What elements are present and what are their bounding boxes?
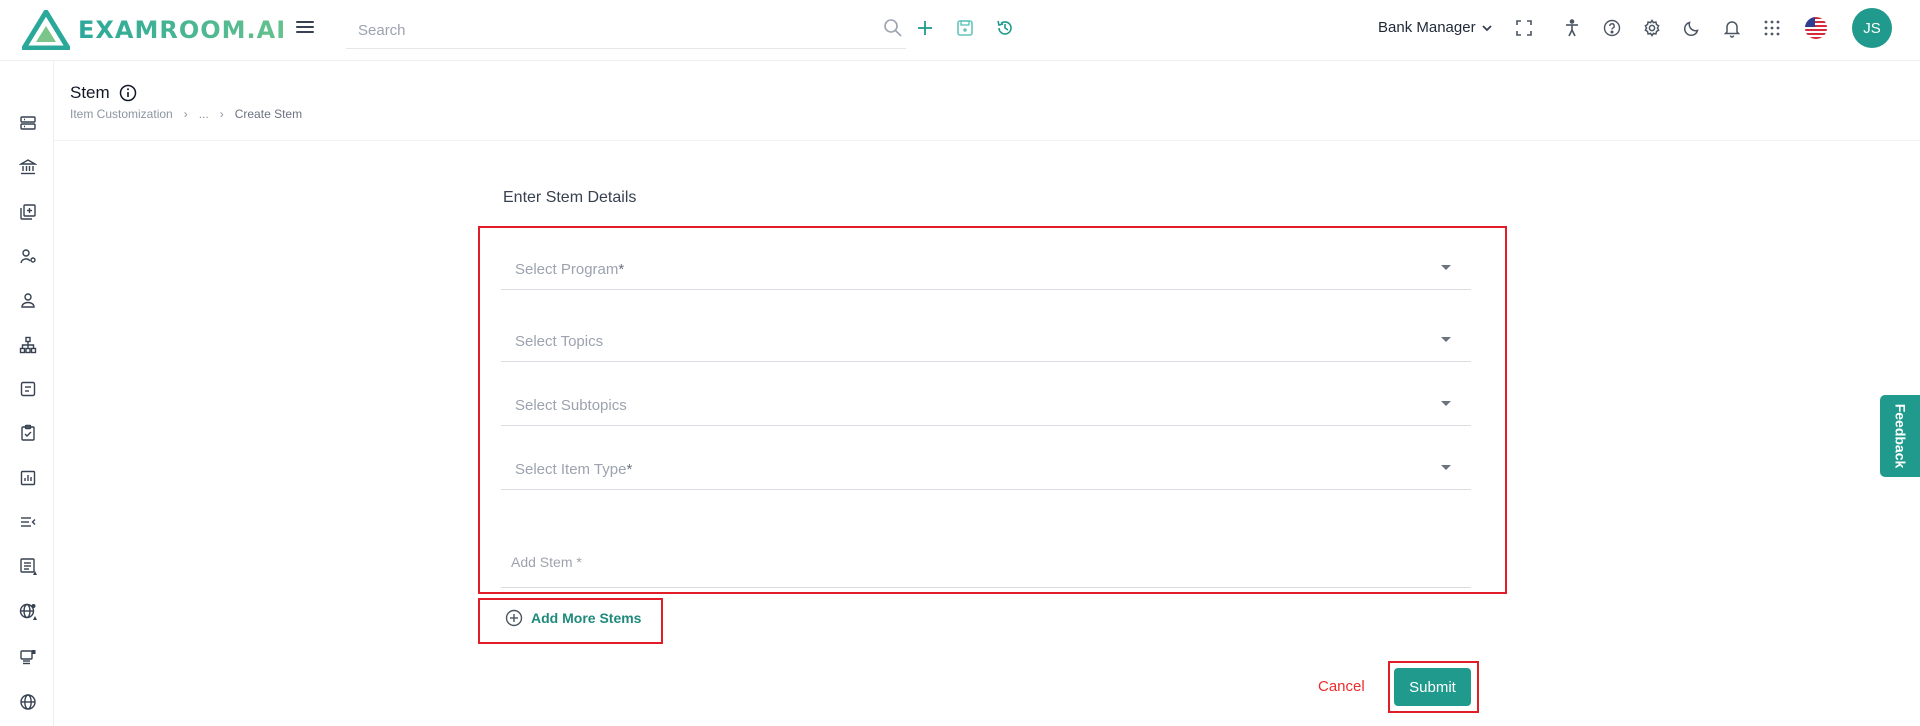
logo-mark-icon <box>22 10 70 50</box>
user-icon[interactable] <box>17 289 39 311</box>
settings-icon[interactable] <box>1640 16 1664 40</box>
search-input[interactable] <box>358 18 858 42</box>
feedback-label: Feedback <box>1892 403 1908 469</box>
history-icon[interactable] <box>993 16 1017 40</box>
add-library-icon[interactable] <box>17 201 39 223</box>
globe-icon[interactable] <box>17 691 39 713</box>
plus-circle-icon <box>505 609 523 627</box>
caret-down-icon <box>1441 337 1451 342</box>
clipboard-check-icon[interactable] <box>17 422 39 444</box>
user-avatar[interactable]: JS <box>1852 8 1892 48</box>
caret-down-icon <box>1441 265 1451 270</box>
add-more-stems-button[interactable]: Add More Stems <box>505 609 641 627</box>
top-bar: EXAMROOM.AI Bank Manager <box>0 0 1920 61</box>
feedback-tab[interactable]: Feedback <box>1880 395 1920 477</box>
breadcrumb-item-item-customization[interactable]: Item Customization <box>70 107 173 121</box>
breadcrumb-separator-icon: › <box>219 107 224 121</box>
item-type-select-label: Select Item Type* <box>515 461 633 478</box>
notification-icon[interactable] <box>1720 16 1744 40</box>
breadcrumb-item-current: Create Stem <box>234 107 303 121</box>
hierarchy-icon[interactable] <box>17 334 39 356</box>
program-select[interactable]: Select Program* <box>501 238 1471 290</box>
bank-icon[interactable] <box>17 156 39 178</box>
page-title: Stem <box>70 83 137 103</box>
role-selector[interactable]: Bank Manager <box>1378 19 1492 36</box>
accessibility-icon[interactable] <box>1560 16 1584 40</box>
subtopics-select[interactable]: Select Subtopics <box>501 374 1471 426</box>
dark-mode-icon[interactable] <box>1680 16 1704 40</box>
program-select-label: Select Program* <box>515 261 625 278</box>
breadcrumb-separator-icon: › <box>183 107 188 121</box>
page-title-text: Stem <box>70 83 110 102</box>
item-type-select[interactable]: Select Item Type* <box>501 438 1471 490</box>
brand-name: EXAMROOM.AI <box>78 16 287 44</box>
stem-input-label: Add Stem * <box>511 554 582 570</box>
submit-button[interactable]: Submit <box>1394 668 1471 706</box>
list-detail-icon[interactable] <box>17 555 39 577</box>
subtopics-select-label: Select Subtopics <box>515 397 627 414</box>
form-icon[interactable] <box>17 378 39 400</box>
breadcrumb: Item Customization › ... › Create Stem <box>70 107 302 121</box>
help-icon[interactable] <box>1600 16 1624 40</box>
printer-icon[interactable] <box>17 646 39 668</box>
add-icon[interactable] <box>913 16 937 40</box>
users-settings-icon[interactable] <box>17 245 39 267</box>
topics-select[interactable]: Select Topics <box>501 310 1471 362</box>
brand-logo[interactable]: EXAMROOM.AI <box>22 10 286 50</box>
caret-down-icon <box>1441 465 1451 470</box>
search-bar <box>346 12 906 49</box>
fullscreen-icon[interactable] <box>1512 16 1536 40</box>
us-flag-icon[interactable] <box>1803 15 1829 41</box>
avatar-initials: JS <box>1863 19 1881 37</box>
sidebar <box>0 61 54 726</box>
info-icon[interactable] <box>119 84 137 102</box>
topics-select-label: Select Topics <box>515 333 604 350</box>
globe-settings-icon[interactable] <box>17 600 39 622</box>
breadcrumb-item-ellipsis[interactable]: ... <box>199 107 209 121</box>
server-icon[interactable] <box>17 112 39 134</box>
cancel-button[interactable]: Cancel <box>1318 678 1365 695</box>
chevron-down-icon <box>1481 24 1492 31</box>
save-icon[interactable] <box>953 16 977 40</box>
apps-grid-icon[interactable] <box>1760 16 1784 40</box>
chart-icon[interactable] <box>17 467 39 489</box>
list-collapse-icon[interactable] <box>17 511 39 533</box>
menu-toggle-icon[interactable] <box>296 18 316 40</box>
caret-down-icon <box>1441 401 1451 406</box>
add-more-stems-label: Add More Stems <box>531 610 642 626</box>
search-icon[interactable] <box>883 18 903 38</box>
section-title: Enter Stem Details <box>503 189 637 206</box>
page-header: Stem Item Customization › ... › Create S… <box>54 61 1920 141</box>
stem-input[interactable]: Add Stem * <box>501 540 1471 588</box>
role-label: Bank Manager <box>1378 19 1476 36</box>
